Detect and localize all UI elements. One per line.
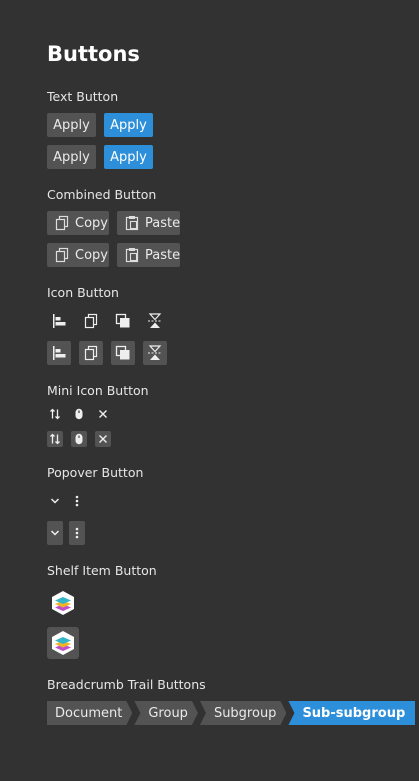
copy-button-2[interactable]: Copy [47,243,109,267]
popover-more-button[interactable] [69,489,85,513]
copy-icon [84,313,98,329]
more-vertical-icon [75,527,79,539]
section-label-popover-button: Popover Button [47,465,144,480]
flip-vertical-button[interactable] [143,309,167,333]
breadcrumb-group[interactable]: Group [134,701,198,725]
copy-icon [55,215,69,231]
align-left-button[interactable] [47,309,71,333]
layer-stack-icon [50,590,76,616]
align-left-icon [51,313,67,329]
popover-more-button-2[interactable] [69,521,85,545]
paste-icon [125,247,139,263]
paste-button-2[interactable]: Paste [117,243,180,267]
shelf-item-button-2[interactable] [47,627,79,659]
paste-button[interactable]: Paste [117,211,180,235]
breadcrumb-sub-subgroup[interactable]: Sub-subgroup [288,701,416,725]
apply-button-primary[interactable]: Apply [104,113,153,137]
align-left-icon [51,345,67,361]
page-title: Buttons [47,42,140,66]
flip-vertical-icon [147,313,163,329]
section-label-breadcrumb-trail-buttons: Breadcrumb Trail Buttons [47,677,206,692]
breadcrumb-document[interactable]: Document [47,701,132,725]
mouse-icon [73,408,85,420]
paste-icon [125,215,139,231]
copy-icon-button[interactable] [79,309,103,333]
apply-button[interactable]: Apply [47,113,96,137]
copy-icon [55,247,69,263]
mouse-icon [73,433,85,445]
apply-button-primary-2[interactable]: Apply [104,145,153,169]
close-icon [98,434,108,444]
more-vertical-icon [75,495,79,507]
layers-button-2[interactable] [111,341,135,365]
close-mini-button-2[interactable] [95,431,111,447]
chevron-down-icon [50,529,60,537]
align-left-button-2[interactable] [47,341,71,365]
paste-label: Paste [145,215,181,231]
section-label-mini-icon-button: Mini Icon Button [47,383,149,398]
breadcrumb: Document Group Subgroup Sub-subgroup [47,701,417,725]
copy-button[interactable]: Copy [47,211,109,235]
breadcrumb-subgroup[interactable]: Subgroup [200,701,287,725]
section-label-combined-button: Combined Button [47,187,157,202]
section-label-shelf-item-button: Shelf Item Button [47,563,157,578]
section-label-icon-button: Icon Button [47,285,119,300]
apply-button-2[interactable]: Apply [47,145,96,169]
swap-mini-button-2[interactable] [47,431,63,447]
flip-vertical-button-2[interactable] [143,341,167,365]
copy-label: Copy [75,215,108,231]
paste-label: Paste [145,247,181,263]
layer-stack-icon [50,630,76,656]
mouse-mini-button[interactable] [71,406,87,422]
swap-mini-button[interactable] [47,406,63,422]
popover-chevron-button[interactable] [47,489,63,513]
layers-icon [115,345,131,361]
copy-label: Copy [75,247,108,263]
close-mini-button[interactable] [95,406,111,422]
copy-icon [84,345,98,361]
mouse-mini-button-2[interactable] [71,431,87,447]
flip-vertical-icon [147,345,163,361]
chevron-down-icon [50,497,60,505]
layers-button[interactable] [111,309,135,333]
shelf-item-button[interactable] [47,587,79,619]
copy-icon-button-2[interactable] [79,341,103,365]
popover-chevron-button-2[interactable] [47,521,63,545]
swap-icon [49,408,61,420]
swap-icon [49,433,61,445]
section-label-text-button: Text Button [47,89,119,104]
layers-icon [115,313,131,329]
close-icon [98,409,108,419]
